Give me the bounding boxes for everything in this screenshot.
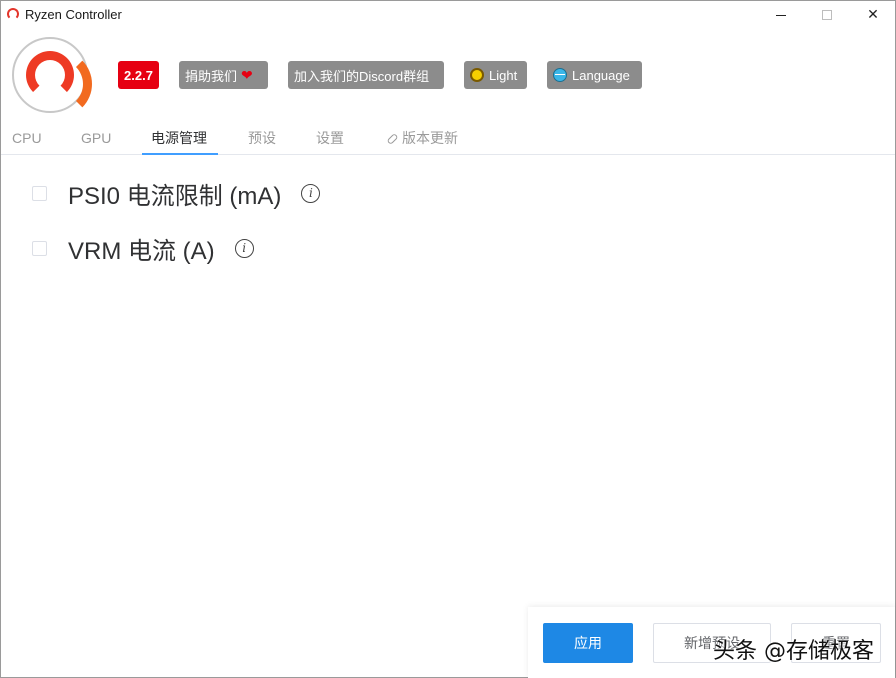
ryzen-controller-logo-icon bbox=[26, 51, 92, 117]
maximize-button[interactable] bbox=[804, 1, 850, 29]
language-button[interactable]: Language bbox=[547, 61, 642, 89]
app-window: Ryzen Controller ✕ 2.2.7 捐助我们 ❤ 加入我们的Dis… bbox=[0, 0, 896, 678]
tab-power-management[interactable]: 电源管理 bbox=[151, 121, 207, 155]
tab-presets[interactable]: 预设 bbox=[248, 121, 276, 155]
minimize-button[interactable] bbox=[758, 1, 804, 29]
close-button[interactable]: ✕ bbox=[850, 1, 896, 29]
app-icon bbox=[7, 8, 19, 20]
app-logo bbox=[12, 37, 92, 117]
version-text: 2.2.7 bbox=[124, 67, 153, 83]
maximize-icon bbox=[822, 10, 832, 20]
psi0-checkbox[interactable] bbox=[32, 185, 47, 201]
donate-label: 捐助我们 bbox=[185, 68, 238, 84]
tab-gpu[interactable]: GPU bbox=[81, 121, 111, 155]
close-icon: ✕ bbox=[867, 7, 879, 23]
active-tab-indicator bbox=[142, 153, 218, 155]
theme-toggle-button[interactable]: Light bbox=[464, 61, 527, 89]
discord-button[interactable]: 加入我们的Discord群组 bbox=[288, 61, 444, 89]
tab-settings[interactable]: 设置 bbox=[316, 121, 344, 155]
tab-cpu[interactable]: CPU bbox=[12, 121, 42, 155]
title-bar[interactable]: Ryzen Controller ✕ bbox=[1, 1, 895, 29]
option-psi0-current-limit: PSI0 电流限制 (mA) i bbox=[32, 176, 321, 211]
discord-label: 加入我们的Discord群组 bbox=[294, 68, 430, 84]
psi0-label[interactable]: PSI0 电流限制 (mA) bbox=[68, 176, 281, 211]
theme-label: Light bbox=[489, 67, 518, 83]
globe-icon bbox=[553, 68, 567, 82]
link-icon bbox=[386, 133, 399, 146]
version-badge: 2.2.7 bbox=[118, 61, 159, 89]
vrm-label[interactable]: VRM 电流 (A) bbox=[68, 231, 215, 266]
heart-icon: ❤ bbox=[241, 66, 253, 83]
tab-bar: CPU GPU 电源管理 预设 设置 版本更新 bbox=[1, 121, 895, 155]
apply-button[interactable]: 应用 bbox=[543, 623, 633, 663]
watermark: 头条 @存储极客 bbox=[713, 639, 874, 664]
tab-version-update[interactable]: 版本更新 bbox=[386, 121, 458, 155]
minimize-icon bbox=[776, 14, 786, 16]
option-vrm-current: VRM 电流 (A) i bbox=[32, 231, 254, 266]
info-icon[interactable]: i bbox=[301, 183, 321, 203]
donate-button[interactable]: 捐助我们 ❤ bbox=[179, 61, 268, 89]
vrm-checkbox[interactable] bbox=[32, 240, 47, 256]
window-title: Ryzen Controller bbox=[25, 7, 122, 22]
info-icon[interactable]: i bbox=[234, 238, 254, 258]
language-label: Language bbox=[572, 67, 630, 83]
tab-version-update-label: 版本更新 bbox=[402, 130, 458, 146]
sun-icon bbox=[470, 68, 484, 82]
